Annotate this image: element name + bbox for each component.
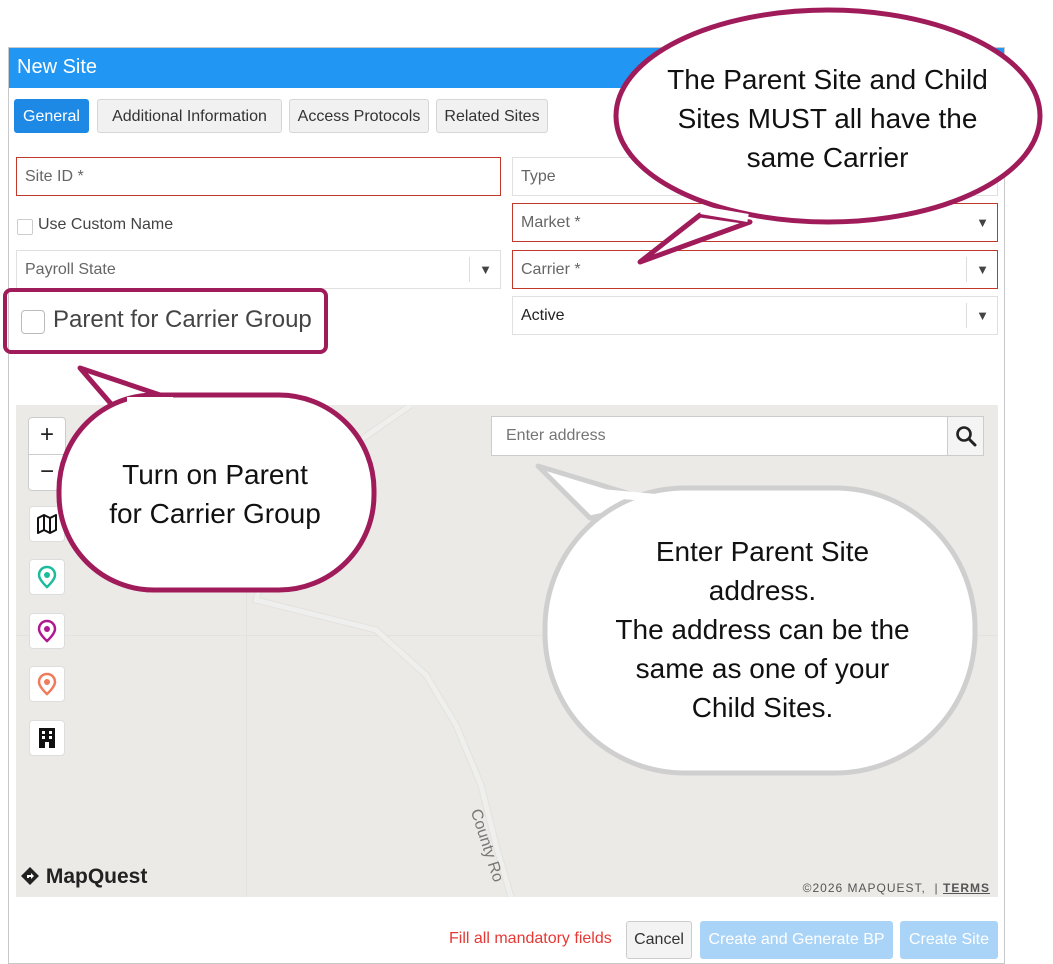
address-callout-line-2: address. [708,575,817,606]
use-custom-name-label: Use Custom Name [38,216,174,233]
parent-callout-line-1: Turn on Parent [122,459,308,490]
building-icon [39,728,55,748]
type-placeholder: Type [521,168,556,185]
purple-pin-button[interactable] [29,613,65,649]
payroll-state-select[interactable]: Payroll State [16,250,501,289]
map-copyright: ©2026 MAPQUEST, [802,881,926,895]
address-callout-text: Enter Parent Site address. The address c… [560,532,965,727]
use-custom-name-checkbox[interactable] [17,219,33,235]
parent-callout-line-2: for Carrier Group [109,498,321,529]
market-placeholder: Market * [521,214,581,231]
cancel-button[interactable]: Cancel [626,921,692,959]
carrier-placeholder: Carrier * [521,261,581,278]
terms-link[interactable]: TERMS [943,881,990,895]
create-site-button[interactable]: Create Site [900,921,998,959]
status-select[interactable]: Active [512,296,998,335]
orange-pin-button[interactable] [29,666,65,702]
carrier-callout-line-3: same Carrier [746,142,909,173]
payroll-state-placeholder: Payroll State [25,261,116,278]
mapquest-logo-icon [21,867,39,885]
parent-group-highlight [3,288,328,354]
map-attribution: ©2026 MAPQUEST, | TERMS [802,881,990,895]
create-and-generate-bp-button[interactable]: Create and Generate BP [700,921,893,959]
address-callout-line-4: same as one of your [635,653,890,684]
purple-pin-icon [37,619,57,643]
address-callout-line-3: The address can be the [615,614,910,645]
tab-access-protocols[interactable]: Access Protocols [289,99,429,133]
mapquest-logo-text: MapQuest [45,865,148,888]
orange-pin-icon [37,672,57,696]
validation-message: Fill all mandatory fields [449,930,612,947]
search-icon [955,426,976,447]
tab-general[interactable]: General [14,99,89,133]
parent-callout-text: Turn on Parent for Carrier Group [65,455,365,533]
status-value: Active [521,307,565,324]
address-search-input[interactable] [491,416,949,456]
carrier-callout-line-2: Sites MUST all have the [677,103,978,134]
carrier-callout-text: The Parent Site and Child Sites MUST all… [620,60,1035,177]
site-id-input[interactable]: Site ID * [16,157,501,196]
dialog-title: New Site [17,56,98,78]
address-callout-line-5: Child Sites. [691,692,834,723]
carrier-callout-line-1: The Parent Site and Child [667,64,988,95]
mapquest-logo: MapQuest [20,865,147,889]
address-callout-line-1: Enter Parent Site [655,536,870,567]
address-search-button[interactable] [947,416,984,456]
tab-related-sites[interactable]: Related Sites [436,99,548,133]
tab-additional-information[interactable]: Additional Information [97,99,282,133]
building-button[interactable] [29,720,65,756]
